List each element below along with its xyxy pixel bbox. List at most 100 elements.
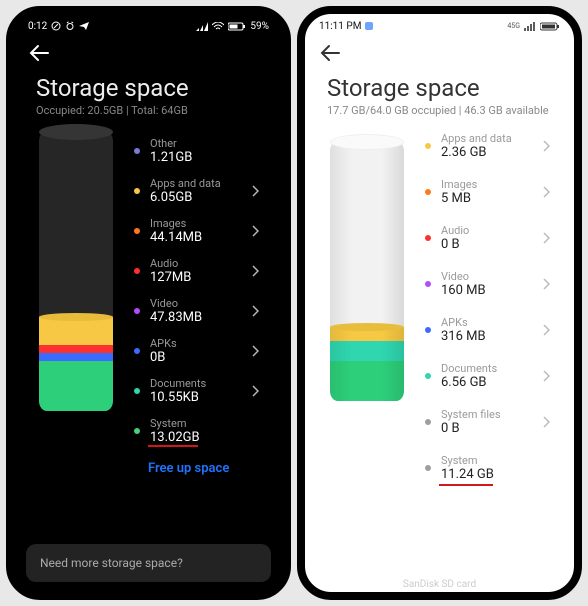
category-value: 0 B	[441, 237, 542, 252]
network-icon: 45G	[507, 22, 520, 30]
category-row-documents[interactable]: Documents10.55KB	[132, 371, 267, 411]
category-label: Documents	[150, 377, 251, 390]
status-dot-icon	[365, 22, 373, 30]
color-dot-icon	[425, 143, 431, 149]
color-dot-icon	[134, 268, 140, 274]
chevron-right-icon	[542, 232, 556, 244]
category-label: System	[441, 454, 556, 467]
footer-prompt[interactable]: Need more storage space?	[26, 544, 271, 582]
category-value: 13.02GB	[150, 430, 265, 445]
color-dot-icon	[134, 188, 140, 194]
category-row-apks[interactable]: APKs0B	[132, 331, 267, 371]
category-row-system: System13.02GB	[132, 411, 267, 451]
subtitle: Occupied: 20.5GB | Total: 64GB	[14, 104, 283, 123]
category-list: Apps and data2.36 GBImages5 MBAudio0 BVi…	[423, 123, 558, 491]
signal-icon	[196, 22, 208, 31]
chevron-right-icon	[542, 140, 556, 152]
chevron-right-icon	[251, 265, 265, 277]
signal-icon	[524, 22, 536, 31]
page-title: Storage space	[14, 70, 283, 104]
battery-pct: 59%	[250, 21, 269, 32]
category-label: Images	[441, 178, 542, 191]
category-row-apps-and-data[interactable]: Apps and data2.36 GB	[423, 123, 558, 169]
chevron-right-icon	[542, 278, 556, 290]
category-row-apks[interactable]: APKs316 MB	[423, 307, 558, 353]
chevron-right-icon	[542, 370, 556, 382]
category-label: APKs	[441, 316, 542, 329]
category-value: 10.55KB	[150, 390, 251, 405]
back-button[interactable]	[28, 44, 50, 62]
highlight-underline	[148, 445, 198, 447]
status-time: 11:11 PM	[319, 21, 361, 32]
category-list: Other1.21GBApps and data6.05GBImages44.1…	[132, 131, 267, 482]
phone-light: 11:11 PM 45G Storage space 17.7 GB/64.0 …	[297, 6, 582, 600]
category-label: Images	[150, 217, 251, 230]
alarm-icon	[65, 21, 75, 31]
category-value: 6.56 GB	[441, 375, 542, 390]
category-row-images[interactable]: Images5 MB	[423, 169, 558, 215]
category-label: System files	[441, 408, 542, 421]
header	[14, 36, 283, 70]
page-title: Storage space	[305, 70, 574, 104]
category-row-apps-and-data[interactable]: Apps and data6.05GB	[132, 171, 267, 211]
free-up-space-link[interactable]: Free up space	[132, 451, 267, 482]
chevron-right-icon	[251, 345, 265, 357]
category-value: 316 MB	[441, 329, 542, 344]
color-dot-icon	[134, 348, 140, 354]
wifi-icon	[212, 22, 224, 31]
category-value: 0B	[150, 350, 251, 365]
category-value: 160 MB	[441, 283, 542, 298]
chevron-right-icon	[251, 385, 265, 397]
category-value: 1.21GB	[150, 150, 265, 165]
color-dot-icon	[425, 419, 431, 425]
header	[305, 36, 574, 70]
category-row-video[interactable]: Video160 MB	[423, 261, 558, 307]
category-value: 44.14MB	[150, 230, 251, 245]
phone-dark: 0:12 59% Storage space Occupied: 20.5GB …	[6, 6, 291, 600]
category-label: Video	[441, 270, 542, 283]
statusbar: 11:11 PM 45G	[305, 14, 574, 36]
storage-cylinder	[39, 131, 113, 411]
category-label: Apps and data	[441, 132, 542, 145]
category-row-images[interactable]: Images44.14MB	[132, 211, 267, 251]
category-value: 6.05GB	[150, 190, 251, 205]
category-value: 0 B	[441, 421, 542, 436]
category-value: 5 MB	[441, 191, 542, 206]
chevron-right-icon	[251, 185, 265, 197]
color-dot-icon	[425, 373, 431, 379]
category-row-audio[interactable]: Audio0 B	[423, 215, 558, 261]
category-value: 127MB	[150, 270, 251, 285]
category-row-documents[interactable]: Documents6.56 GB	[423, 353, 558, 399]
category-row-video[interactable]: Video47.83MB	[132, 291, 267, 331]
category-row-system-files[interactable]: System files0 B	[423, 399, 558, 445]
category-row-audio[interactable]: Audio127MB	[132, 251, 267, 291]
battery-icon	[228, 22, 246, 31]
color-dot-icon	[134, 428, 140, 434]
chevron-right-icon	[251, 225, 265, 237]
dnd-icon	[51, 21, 61, 31]
color-dot-icon	[134, 308, 140, 314]
color-dot-icon	[425, 235, 431, 241]
telegram-icon	[79, 21, 89, 31]
category-value: 47.83MB	[150, 310, 251, 325]
color-dot-icon	[425, 281, 431, 287]
color-dot-icon	[134, 228, 140, 234]
category-label: Audio	[441, 224, 542, 237]
back-button[interactable]	[319, 44, 341, 62]
color-dot-icon	[425, 465, 431, 471]
sd-card-label: SanDisk SD card	[305, 579, 574, 590]
chevron-right-icon	[251, 305, 265, 317]
color-dot-icon	[134, 388, 140, 394]
status-time: 0:12	[28, 21, 47, 32]
category-label: Documents	[441, 362, 542, 375]
chevron-right-icon	[542, 324, 556, 336]
battery-icon	[540, 22, 560, 31]
category-value: 2.36 GB	[441, 145, 542, 160]
category-label: APKs	[150, 337, 251, 350]
category-label: Apps and data	[150, 177, 251, 190]
color-dot-icon	[134, 148, 140, 154]
highlight-underline	[439, 484, 493, 486]
category-label: Audio	[150, 257, 251, 270]
chevron-right-icon	[542, 186, 556, 198]
category-label: Video	[150, 297, 251, 310]
